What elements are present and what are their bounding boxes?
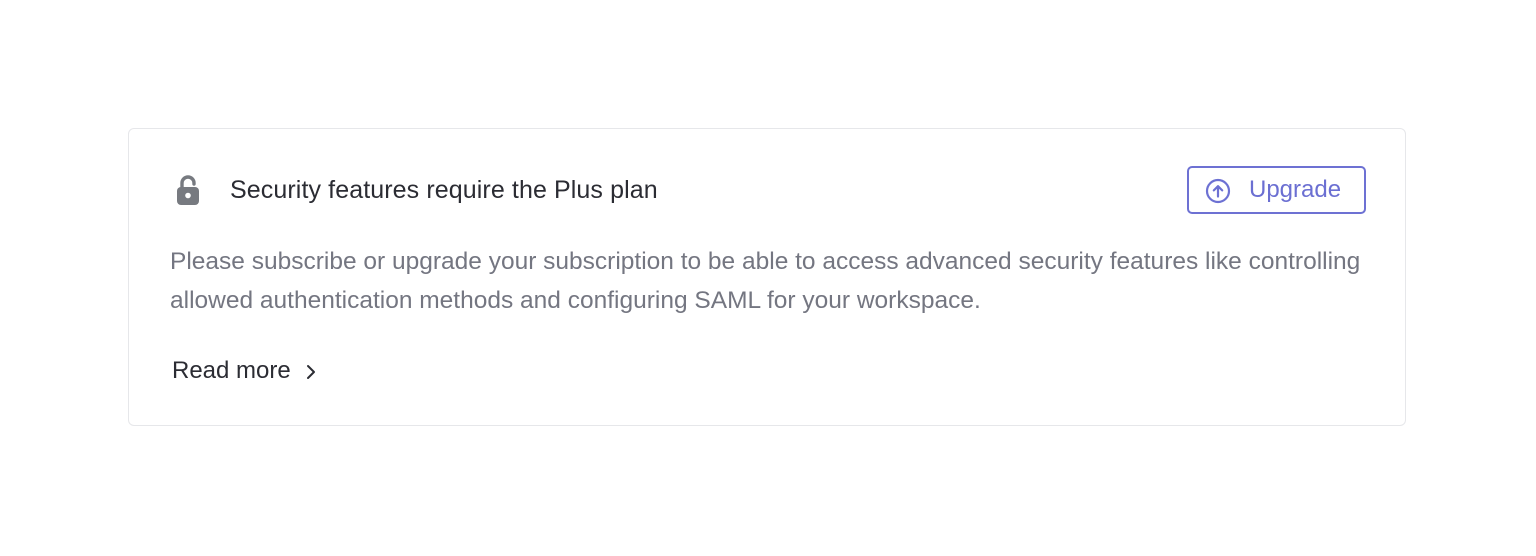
upgrade-arrow-circle-icon: [1205, 178, 1231, 204]
upgrade-button[interactable]: Upgrade: [1187, 166, 1366, 214]
read-more-link[interactable]: Read more: [172, 353, 319, 389]
chevron-right-icon: [306, 365, 315, 379]
card-description: Please subscribe or upgrade your subscri…: [170, 248, 1361, 314]
plan-upgrade-card: Security features require the Plus plan …: [128, 128, 1406, 426]
lock-icon: [177, 175, 199, 205]
read-more-label: Read more: [172, 357, 291, 384]
upgrade-button-label: Upgrade: [1249, 176, 1342, 203]
card-title: Security features require the Plus plan: [230, 176, 658, 204]
